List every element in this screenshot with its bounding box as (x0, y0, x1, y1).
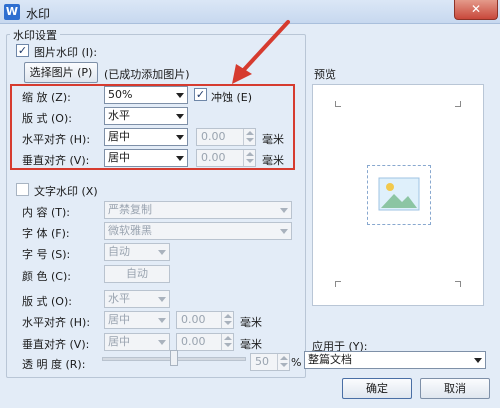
text-valign-unit: 毫米 (240, 338, 262, 351)
text-halign-label: 水平对齐 (H): (22, 316, 91, 329)
content-select: 严禁复制 (104, 201, 292, 219)
percent-sign: % (291, 356, 302, 369)
preview-label: 预览 (314, 68, 336, 81)
text-watermark-checkbox[interactable] (16, 183, 29, 196)
transparency-spinner: 50 (250, 353, 290, 371)
margin-corner-bottom-left (335, 281, 341, 287)
font-select: 微软雅黑 (104, 222, 292, 240)
text-valign-select: 居中 (104, 333, 170, 351)
color-label: 颜 色 (C): (22, 270, 71, 283)
apply-to-select[interactable]: 整篇文档 (304, 351, 486, 369)
cancel-button[interactable]: 取消 (420, 378, 490, 399)
size-select: 自动 (104, 243, 170, 261)
font-label: 字 体 (F): (22, 227, 70, 240)
watermark-image-frame (367, 165, 431, 225)
text-valign-offset-spinner: 0.00 (176, 333, 234, 351)
text-watermark-label: 文字水印 (X) (34, 185, 98, 198)
preview-pane (312, 84, 484, 306)
text-layout-label: 版 式 (O): (22, 295, 72, 308)
content-label: 内 容 (T): (22, 206, 71, 219)
margin-corner-top-right (455, 101, 461, 107)
transparency-slider-thumb (170, 350, 178, 366)
text-halign-offset-spinner: 0.00 (176, 311, 234, 329)
size-label: 字 号 (S): (22, 248, 71, 261)
text-layout-select: 水平 (104, 290, 170, 308)
text-halign-select: 居中 (104, 311, 170, 329)
text-halign-unit: 毫米 (240, 316, 262, 329)
margin-corner-bottom-right (455, 281, 461, 287)
picture-placeholder-icon (378, 177, 420, 211)
margin-corner-top-left (335, 101, 341, 107)
transparency-label: 透 明 度 (R): (22, 358, 86, 371)
text-valign-label: 垂直对齐 (V): (22, 338, 90, 351)
color-select: 自动 (104, 265, 170, 283)
ok-button[interactable]: 确定 (342, 378, 412, 399)
